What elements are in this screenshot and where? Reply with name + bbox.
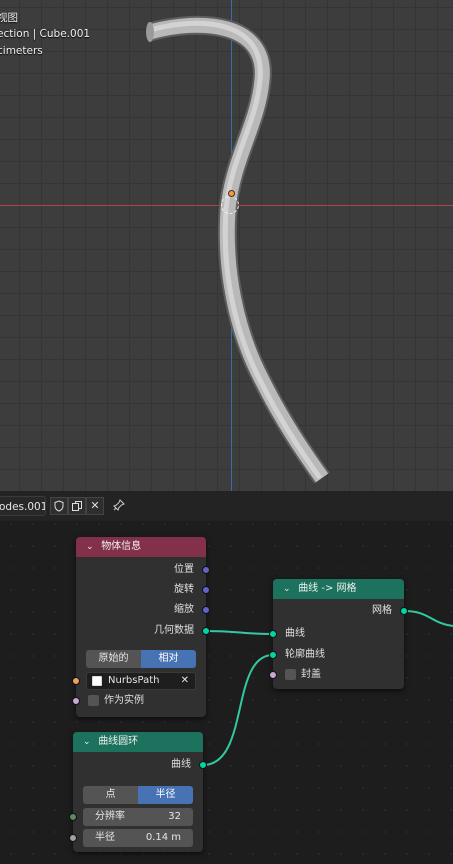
curve-to-mesh-node[interactable]: ⌄ 曲线 -> 网格 网格 曲线 轮廓曲线 封盖 xyxy=(269,579,408,689)
points-option[interactable]: 点 xyxy=(83,786,138,804)
output-scale: 缩放 xyxy=(174,604,194,615)
node-editor[interactable]: odes.001 ✕ ⌄ 物体信息 位置 旋转 缩放 几何数据 原始的 相对 N… xyxy=(0,491,453,864)
chevron-down-icon[interactable]: ⌄ xyxy=(283,579,295,599)
output-geometry: 几何数据 xyxy=(154,625,194,636)
relative-option[interactable]: 相对 xyxy=(141,650,196,668)
output-location: 位置 xyxy=(174,564,194,575)
object-info-node[interactable]: ⌄ 物体信息 位置 旋转 缩放 几何数据 原始的 相对 NurbsPath ✕ … xyxy=(72,537,210,717)
fill-caps-checkbox[interactable] xyxy=(285,668,296,680)
fill-caps-row[interactable]: 封盖 xyxy=(273,666,404,684)
output-socket-location[interactable] xyxy=(202,566,210,574)
input-socket-object[interactable] xyxy=(72,677,80,685)
output-rotation: 旋转 xyxy=(174,584,194,595)
input-socket-as-instance[interactable] xyxy=(72,697,80,705)
input-socket-curve[interactable] xyxy=(269,630,277,638)
node-title: 曲线圆环 xyxy=(98,736,139,747)
3d-cursor xyxy=(221,196,239,214)
output-socket-mesh[interactable] xyxy=(400,607,408,615)
object-info-header[interactable]: ⌄ 物体信息 xyxy=(76,537,206,557)
output-socket-curve[interactable] xyxy=(199,761,207,769)
clear-field-icon[interactable]: ✕ xyxy=(181,673,189,689)
original-option[interactable]: 原始的 xyxy=(86,650,141,668)
object-field[interactable]: NurbsPath ✕ xyxy=(86,672,196,690)
resolution-field[interactable]: 分辨率 32 xyxy=(83,808,193,826)
output-socket-geometry[interactable] xyxy=(202,627,210,635)
transform-space-toggle[interactable]: 原始的 相对 xyxy=(86,650,196,668)
view-label: 视图 xyxy=(0,12,18,24)
chevron-down-icon[interactable]: ⌄ xyxy=(83,732,95,752)
object-name: NurbsPath xyxy=(108,675,160,686)
input-socket-resolution[interactable] xyxy=(69,813,77,821)
object-origin-dot xyxy=(228,190,235,197)
curve-circle-node[interactable]: ⌄ 曲线圆环 曲线 点 半径 分辨率 32 半径 0.14 m xyxy=(69,732,207,852)
as-instance-row[interactable]: 作为实例 xyxy=(76,692,206,710)
node-title: 曲线 -> 网格 xyxy=(298,583,357,594)
curve-object-icon xyxy=(92,676,102,686)
output-curve: 曲线 xyxy=(171,759,191,770)
output-socket-scale[interactable] xyxy=(202,606,210,614)
curve-to-mesh-header[interactable]: ⌄ 曲线 -> 网格 xyxy=(273,579,404,599)
units-label: cimeters xyxy=(0,45,43,57)
input-profile-curve: 轮廓曲线 xyxy=(285,649,325,660)
input-socket-fill-caps[interactable] xyxy=(269,671,277,679)
output-socket-rotation[interactable] xyxy=(202,586,210,594)
output-mesh: 网格 xyxy=(372,605,392,616)
circle-mode-toggle[interactable]: 点 半径 xyxy=(83,786,193,804)
tube-mesh[interactable] xyxy=(0,0,453,491)
input-socket-radius[interactable] xyxy=(69,834,77,842)
node-title: 物体信息 xyxy=(101,541,142,552)
collection-label: ection | Cube.001 xyxy=(0,28,91,40)
input-curve: 曲线 xyxy=(285,628,305,639)
3d-viewport[interactable]: 视图 ection | Cube.001 cimeters xyxy=(0,0,453,491)
radius-option[interactable]: 半径 xyxy=(138,786,193,804)
as-instance-checkbox[interactable] xyxy=(88,694,99,706)
chevron-down-icon[interactable]: ⌄ xyxy=(86,537,98,557)
curve-circle-header[interactable]: ⌄ 曲线圆环 xyxy=(73,732,203,752)
input-socket-profile-curve[interactable] xyxy=(269,651,277,659)
radius-field[interactable]: 半径 0.14 m xyxy=(83,829,193,847)
